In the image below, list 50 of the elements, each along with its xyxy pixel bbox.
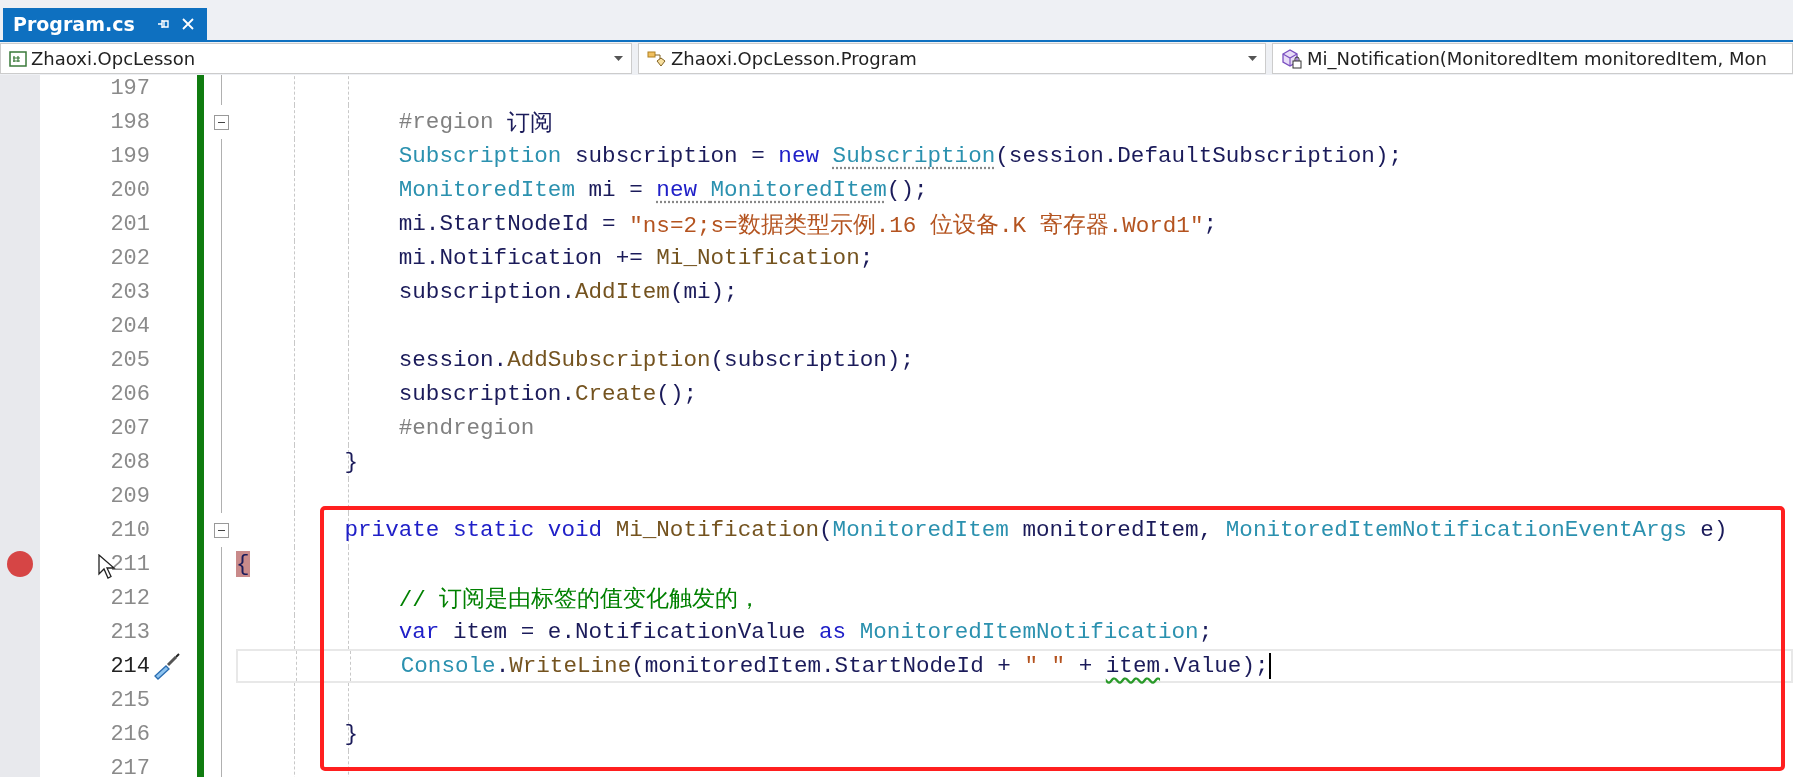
line-number: 206: [110, 381, 150, 407]
line-number: 197: [110, 75, 150, 101]
line-number: 199: [110, 143, 150, 169]
line-number: 203: [110, 279, 150, 305]
code-line: var item = e.NotificationValue as MonitoredItemNotification;: [397, 619, 1213, 645]
line-number: 201: [110, 211, 150, 237]
method-lock-icon: [1281, 48, 1303, 69]
member-dropdown[interactable]: Mi_Notification(MonitoredItem monitoredItem, Mon: [1272, 43, 1793, 74]
line-number: 210: [110, 517, 150, 543]
class-icon: [647, 49, 667, 68]
code-line: }: [343, 721, 359, 747]
caret-icon: [1248, 56, 1257, 61]
fold-toggle[interactable]: [213, 522, 229, 538]
line-number: 212: [110, 585, 150, 611]
close-icon[interactable]: [180, 17, 195, 31]
screwdriver-icon[interactable]: [152, 651, 182, 681]
code-line: #region 订阅: [397, 108, 554, 138]
line-number: 202: [110, 245, 150, 271]
fold-toggle[interactable]: [213, 114, 229, 130]
line-number: 209: [110, 483, 150, 509]
line-number: 207: [110, 415, 150, 441]
document-tab[interactable]: Program.cs: [3, 8, 207, 40]
code-line: private static void Mi_Notification(MonitoredItem monitoredItem, MonitoredItemNotificationEventArgs e): [343, 517, 1728, 543]
project-dropdown[interactable]: Zhaoxi.OpcLesson: [0, 43, 632, 74]
line-number: 208: [110, 449, 150, 475]
code-line: session.AddSubscription(subscription);: [397, 347, 914, 373]
code-line: // 订阅是由标签的值变化触发的，: [397, 585, 762, 614]
code-line: mi.StartNodeId = "ns=2;s=数据类型示例.16 位设备.K 寄存器.Word1";: [397, 210, 1218, 240]
line-number: 204: [110, 313, 150, 339]
code-line: #endregion: [397, 415, 535, 441]
code-line: }: [343, 449, 359, 475]
line-number: 211: [110, 551, 150, 577]
code-line: Console.WriteLine(monitoredItem.StartNodeId + " " + item.Value);: [399, 653, 1271, 679]
code-line: subscription.Create();: [397, 381, 697, 407]
code-line: MonitoredItem mi = new MonitoredItem();: [397, 177, 928, 203]
code-line: Subscription subscription = new Subscription(session.DefaultSubscription);: [397, 143, 1403, 169]
line-number: 217: [110, 755, 150, 777]
line-number: 216: [110, 721, 150, 747]
line-number: 200: [110, 177, 150, 203]
line-number: 205: [110, 347, 150, 373]
pin-icon[interactable]: [156, 17, 171, 31]
code-line: mi.Notification += Mi_Notification;: [397, 245, 874, 271]
type-dropdown[interactable]: Zhaoxi.OpcLesson.Program: [638, 43, 1266, 74]
line-number: 214: [110, 653, 150, 679]
csharp-project-icon: [9, 50, 27, 67]
line-number: 198: [110, 109, 150, 135]
caret-icon: [614, 56, 623, 61]
line-number: 215: [110, 687, 150, 713]
code-line: subscription.AddItem(mi);: [397, 279, 738, 305]
line-number: 213: [110, 619, 150, 645]
